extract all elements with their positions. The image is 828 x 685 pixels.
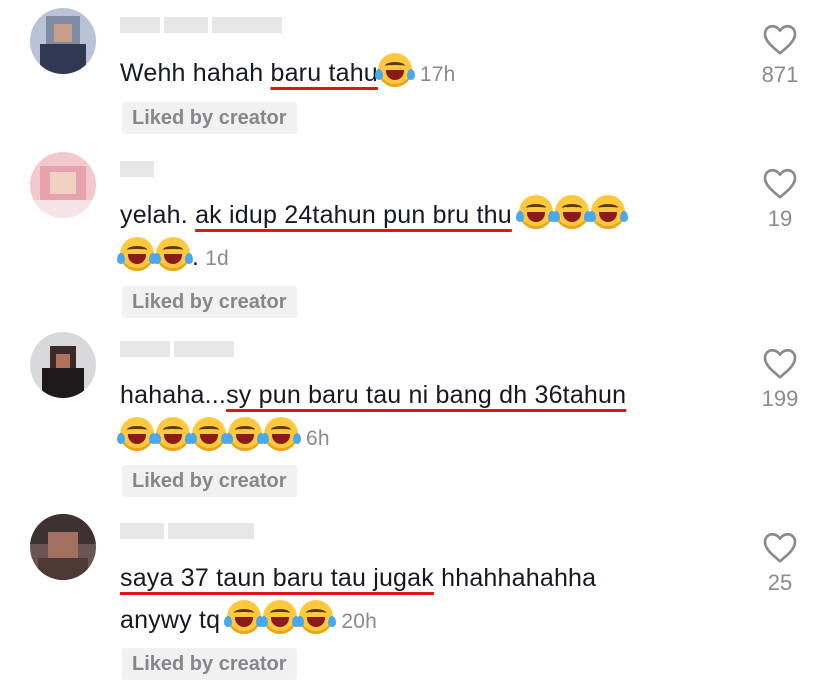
liked-by-creator-badge: Liked by creator [122, 465, 297, 497]
comment-time: 17h [419, 63, 456, 86]
comment-text: Wehh hahah baru tahu 17h [120, 52, 720, 96]
username-blurred[interactable] [120, 522, 254, 540]
tears-of-joy-emoji-icon [515, 195, 556, 229]
tears-of-joy-emoji-icon [296, 600, 337, 634]
tears-of-joy-emoji-icon [153, 237, 193, 271]
tears-of-joy-emoji-icon [260, 600, 301, 634]
comment-text: hahaha...sy pun baru tau ni bang dh 36ta… [117, 374, 720, 460]
comment-text-part: . [192, 243, 200, 271]
like-button[interactable]: 871 [748, 22, 812, 88]
heart-outline-icon[interactable] [762, 530, 798, 564]
avatar[interactable] [30, 514, 96, 580]
avatar[interactable] [30, 152, 96, 218]
tears-of-joy-emoji-icon [117, 417, 157, 451]
comment-text-underlined: baru tahu [270, 59, 378, 87]
liked-by-creator-badge: Liked by creator [122, 286, 297, 318]
comment-text: saya 37 taun baru tau jugak hhahhahahha … [120, 557, 720, 643]
heart-outline-icon[interactable] [762, 166, 798, 200]
tears-of-joy-emoji-icon [117, 237, 157, 271]
comment-time: 6h [306, 427, 330, 450]
username-blurred[interactable] [120, 160, 154, 178]
tears-of-joy-emoji-icon [225, 417, 265, 451]
tears-of-joy-emoji-icon [374, 53, 415, 87]
tears-of-joy-emoji-icon [224, 600, 265, 634]
like-count: 871 [761, 62, 799, 87]
like-count: 25 [767, 570, 793, 595]
avatar[interactable] [30, 8, 96, 74]
comment-text-part: yelah. [120, 201, 196, 229]
tears-of-joy-emoji-icon [153, 417, 193, 451]
username-blurred[interactable] [120, 16, 282, 34]
like-button[interactable]: 199 [748, 346, 812, 412]
comment-time: 20h [341, 610, 378, 633]
liked-by-creator-badge: Liked by creator [122, 648, 297, 680]
like-button[interactable]: 25 [748, 530, 812, 596]
like-count: 199 [761, 386, 799, 411]
comment-text-underlined: saya 37 taun baru tau jugak [120, 564, 434, 592]
comment-text-underlined: ak idup 24tahun pun bru thu [195, 201, 512, 229]
tears-of-joy-emoji-icon [551, 195, 592, 229]
comment-text-part: hahaha... [120, 381, 227, 409]
comment-text: yelah. ak idup 24tahun pun bru thu . 1d [117, 194, 720, 280]
comment-time: 1d [205, 247, 229, 270]
like-button[interactable]: 19 [748, 166, 812, 232]
comment-text-part: anywy tq [120, 606, 228, 634]
comment-text-part: hhahhahahha [433, 564, 597, 592]
tears-of-joy-emoji-icon [189, 417, 229, 451]
tears-of-joy-emoji-icon [261, 417, 301, 451]
avatar[interactable] [30, 332, 96, 398]
like-count: 19 [767, 206, 793, 231]
liked-by-creator-badge: Liked by creator [122, 102, 297, 134]
comment-text-underlined: sy pun baru tau ni bang dh 36tahun [226, 381, 627, 409]
tears-of-joy-emoji-icon [587, 195, 628, 229]
comment-text-part: Wehh hahah [120, 59, 271, 87]
heart-outline-icon[interactable] [762, 22, 798, 56]
username-blurred[interactable] [120, 340, 234, 358]
heart-outline-icon[interactable] [762, 346, 798, 380]
